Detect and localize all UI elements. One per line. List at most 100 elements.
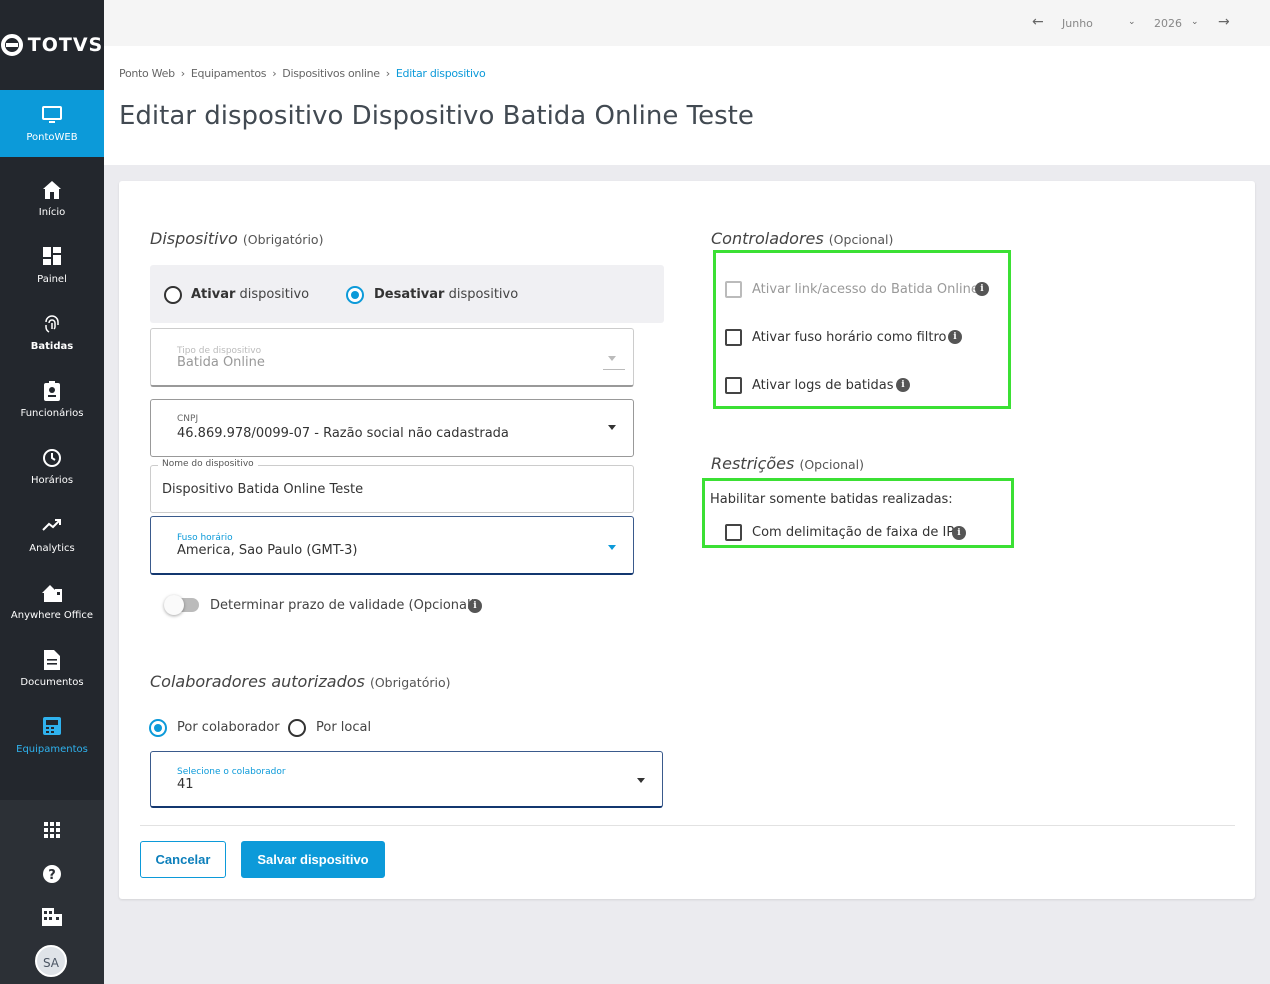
validity-toggle[interactable]: [164, 595, 199, 615]
house-office-icon: [0, 583, 104, 605]
section-title-text: Dispositivo: [150, 229, 238, 248]
info-icon[interactable]: i: [468, 599, 482, 613]
sidebar: TOTVS PontoWEB Início Painel Batidas Fun…: [0, 0, 104, 984]
document-icon: [0, 650, 104, 672]
activate-bold: Ativar: [191, 287, 236, 302]
chevron-down-icon[interactable]: [608, 425, 616, 430]
avatar[interactable]: SA: [35, 945, 67, 977]
field-value: America, Sao Paulo (GMT-3): [177, 543, 358, 558]
sidebar-item-inicio[interactable]: Início: [0, 165, 104, 232]
building-icon[interactable]: [0, 908, 104, 930]
checkbox-label: Ativar link/acesso do Batida Online: [752, 282, 979, 297]
sidebar-item-label: Documentos: [20, 677, 84, 688]
info-icon[interactable]: i: [952, 526, 966, 540]
checkbox-label[interactable]: Com delimitação de faixa de IP: [752, 525, 954, 540]
sidebar-item-painel[interactable]: Painel: [0, 232, 104, 299]
field-label: Fuso horário: [177, 533, 233, 543]
apps-grid-icon[interactable]: [0, 822, 104, 842]
by-collaborator-radio[interactable]: [149, 719, 167, 737]
sidebar-item-anywhere-office[interactable]: Anywhere Office: [0, 568, 104, 635]
period-bar: ← Junho ⌄ 2026 ⌄ →: [104, 0, 1270, 46]
timezone-select[interactable]: Fuso horário America, Sao Paulo (GMT-3): [150, 516, 634, 575]
punch-logs-checkbox[interactable]: [725, 377, 742, 394]
page-header: Ponto Web › Equipamentos › Dispositivos onli…: [104, 46, 1270, 165]
section-note: (Obrigatório): [242, 232, 324, 247]
sidebar-item-label: Batidas: [30, 341, 74, 352]
sidebar-item-analytics[interactable]: Analytics: [0, 501, 104, 568]
checkbox-label[interactable]: Ativar logs de batidas: [752, 378, 894, 393]
activate-rest: dispositivo: [235, 287, 310, 302]
batida-online-link-checkbox: [725, 281, 742, 298]
controllers-section-title: Controladores (Opcional): [711, 229, 893, 248]
deactivate-bold: Desativar: [374, 287, 445, 302]
next-arrow-icon[interactable]: →: [1218, 14, 1230, 30]
sidebar-item-label: Funcionários: [20, 408, 84, 419]
save-device-button[interactable]: Salvar dispositivo: [241, 841, 385, 878]
chevron-down-icon[interactable]: ⌄: [1191, 17, 1199, 27]
ip-range-checkbox[interactable]: [725, 524, 742, 541]
timezone-filter-checkbox[interactable]: [725, 329, 742, 346]
clock-icon: [0, 448, 104, 470]
sidebar-item-funcionarios[interactable]: Funcionários: [0, 366, 104, 433]
sidebar-item-horarios[interactable]: Horários: [0, 433, 104, 500]
month-select[interactable]: Junho: [1062, 17, 1093, 30]
by-location-radio[interactable]: [288, 719, 306, 737]
info-icon[interactable]: i: [975, 282, 989, 296]
breadcrumb: Ponto Web › Equipamentos › Dispositivos onli…: [119, 67, 486, 80]
field-value: 46.869.978/0099-07 - Razão social não ca…: [177, 426, 509, 441]
validity-label: Determinar prazo de validade (Opcional): [210, 598, 476, 613]
info-icon[interactable]: i: [896, 378, 910, 392]
section-note: (Opcional): [799, 457, 865, 472]
device-section-title: Dispositivo (Obrigatório): [150, 229, 323, 248]
sidebar-item-documentos[interactable]: Documentos: [0, 635, 104, 702]
sidebar-item-label: Início: [38, 207, 66, 218]
sidebar-item-label: Analytics: [29, 543, 75, 554]
sidebar-item-label: Horários: [30, 475, 74, 486]
collaborator-select[interactable]: Selecione o colaborador 41: [150, 751, 663, 808]
home-icon: [0, 180, 104, 202]
deactivate-label[interactable]: Desativar dispositivo: [374, 287, 518, 302]
field-label: Selecione o colaborador: [177, 767, 286, 777]
dashboard-icon: [0, 247, 104, 269]
chevron-down-icon[interactable]: [608, 545, 616, 550]
checkbox-label[interactable]: Ativar fuso horário como filtro: [752, 330, 947, 345]
breadcrumb-dispositivos-online[interactable]: Dispositivos online: [282, 67, 380, 80]
collaborators-section-title: Colaboradores autorizados (Obrigatório): [150, 672, 450, 691]
year-select[interactable]: 2026: [1154, 17, 1182, 30]
breadcrumb-equipamentos[interactable]: Equipamentos: [191, 67, 267, 80]
field-label: CNPJ: [177, 414, 199, 424]
activate-label[interactable]: Ativar dispositivo: [191, 287, 309, 302]
info-icon[interactable]: i: [948, 330, 962, 344]
activate-radio[interactable]: [164, 286, 182, 304]
logo-text: TOTVS: [27, 34, 104, 56]
previous-arrow-icon[interactable]: ←: [1032, 14, 1044, 30]
help-icon[interactable]: ?: [0, 864, 104, 888]
restrictions-section-title: Restrições (Opcional): [711, 454, 864, 473]
by-collaborator-label[interactable]: Por colaborador: [177, 720, 280, 735]
sidebar-item-pontoweb[interactable]: PontoWEB: [0, 90, 104, 157]
device-type-select: Tipo de dispositivo Batida Online: [150, 328, 634, 387]
sidebar-item-batidas[interactable]: Batidas: [0, 299, 104, 366]
deactivate-radio[interactable]: [346, 286, 364, 304]
section-title-text: Controladores: [711, 229, 824, 248]
sidebar-item-label: Painel: [37, 274, 67, 285]
section-note: (Opcional): [828, 232, 894, 247]
restrictions-caption: Habilitar somente batidas realizadas:: [710, 492, 953, 507]
breadcrumb-ponto-web[interactable]: Ponto Web: [119, 67, 175, 80]
device-icon: [0, 717, 104, 739]
totvs-logo[interactable]: TOTVS: [0, 0, 104, 90]
fingerprint-icon: [0, 314, 104, 336]
by-location-label[interactable]: Por local: [316, 720, 371, 735]
breadcrumb-current: Editar dispositivo: [395, 67, 486, 80]
cnpj-select[interactable]: CNPJ 46.869.978/0099-07 - Razão social n…: [150, 399, 634, 457]
chevron-down-icon[interactable]: [637, 778, 645, 783]
cancel-button[interactable]: Cancelar: [140, 841, 226, 878]
device-name-input[interactable]: Dispositivo Batida Online Teste: [150, 465, 634, 513]
field-value[interactable]: Dispositivo Batida Online Teste: [162, 482, 363, 497]
section-title-text: Colaboradores autorizados: [150, 672, 365, 691]
sidebar-item-equipamentos[interactable]: Equipamentos: [0, 702, 104, 769]
trend-icon: [0, 516, 104, 538]
chevron-down-icon[interactable]: ⌄: [1128, 17, 1136, 27]
divider: [140, 825, 1235, 826]
svg-text:?: ?: [48, 868, 56, 883]
